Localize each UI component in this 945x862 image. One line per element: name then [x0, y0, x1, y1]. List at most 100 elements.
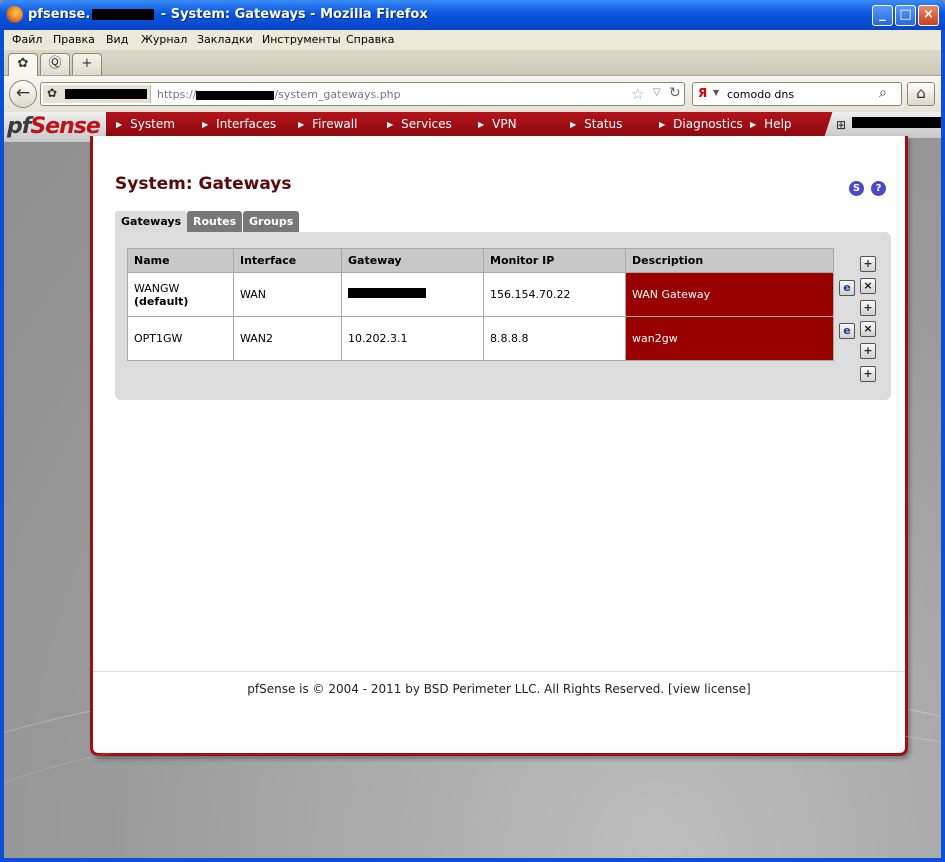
url-scheme: https://: [157, 88, 197, 101]
browser-client: Файл Правка Вид Журнал Закладки Инструме…: [4, 30, 941, 858]
reload-icon[interactable]: ↻: [669, 85, 681, 101]
cell-name: WANGW (default): [127, 272, 234, 317]
window-title-suffix: - System: Gateways - Mozilla Firefox: [156, 7, 428, 22]
delete-gateway-icon[interactable]: ×: [860, 278, 876, 294]
home-icon: ⌂: [916, 84, 926, 102]
caret-right-icon: ▶: [298, 120, 305, 129]
table-row[interactable]: OPT1GW WAN2 10.202.3.1 8.8.8.8 wan2gw: [127, 316, 834, 361]
nav-diagnostics-label: Diagnostics: [673, 117, 743, 131]
nav-interfaces[interactable]: ▶ Interfaces: [202, 117, 276, 131]
nav-status-label: Status: [584, 117, 623, 131]
url-path: /system_gateways.php: [274, 88, 401, 101]
nav-vpn[interactable]: ▶ VPN: [478, 117, 517, 131]
col-name: Name: [127, 248, 234, 273]
site-identity[interactable]: ✿: [43, 85, 151, 103]
nav-firewall[interactable]: ▶ Firewall: [298, 117, 357, 131]
logo-pf: pf: [7, 114, 31, 139]
search-bar[interactable]: Я ▼ comodo dns ⌕: [692, 82, 902, 106]
title-redaction: [92, 9, 155, 20]
maximize-button[interactable]: □: [895, 5, 916, 26]
back-button[interactable]: ←: [9, 80, 37, 108]
edit-gateway-icon[interactable]: e: [839, 323, 855, 339]
nav-diagnostics[interactable]: ▶ Diagnostics: [659, 117, 743, 131]
add-gateway-icon[interactable]: +: [860, 343, 876, 359]
cell-monitor-ip: 8.8.8.8: [483, 316, 626, 361]
pfsense-favicon-icon: ✿: [47, 86, 58, 100]
gateway-redaction: [348, 288, 426, 298]
col-monitor-ip: Monitor IP: [483, 248, 626, 273]
add-gateway-icon[interactable]: +: [860, 300, 876, 316]
hostname-redaction: [852, 117, 941, 128]
menu-bar: Файл Правка Вид Журнал Закладки Инструме…: [4, 30, 941, 50]
menu-help[interactable]: Справка: [346, 33, 394, 46]
search-input[interactable]: comodo dns: [727, 88, 794, 101]
nav-services-label: Services: [401, 117, 452, 131]
tab-routes[interactable]: Routes: [187, 211, 243, 232]
nav-status[interactable]: ▶ Status: [570, 117, 622, 131]
add-gateway-bottom-icon[interactable]: +: [860, 366, 876, 382]
tab-second[interactable]: Ⓠ: [40, 53, 70, 75]
cell-interface: WAN: [233, 272, 342, 317]
nav-interfaces-label: Interfaces: [216, 117, 277, 131]
add-gateway-icon[interactable]: +: [860, 256, 876, 272]
nav-firewall-label: Firewall: [312, 117, 358, 131]
new-tab-button[interactable]: +: [72, 53, 102, 75]
firefox-logo-icon: [6, 6, 23, 23]
window-title: pfsense. - System: Gateways - Mozilla Fi…: [28, 7, 428, 22]
magnifier-icon[interactable]: ⌕: [879, 85, 887, 101]
site-redaction: [65, 89, 147, 99]
cell-description: WAN Gateway: [625, 272, 834, 317]
browser-window: pfsense. - System: Gateways - Mozilla Fi…: [0, 0, 945, 862]
nav-system[interactable]: ▶ System: [116, 117, 175, 131]
content-panel: System: Gateways S ? Gateways Routes Gro…: [90, 136, 908, 756]
gateways-table: Name Interface Gateway Monitor IP Descri…: [127, 248, 834, 361]
arrow-left-icon: ←: [15, 83, 31, 103]
footer-text: pfSense is © 2004 - 2011 by BSD Perimete…: [247, 682, 751, 696]
table-header-row: Name Interface Gateway Monitor IP Descri…: [127, 248, 834, 273]
nav-services[interactable]: ▶ Services: [387, 117, 452, 131]
cell-interface: WAN2: [233, 316, 342, 361]
col-description: Description: [625, 248, 834, 273]
network-icon: ⊞: [836, 118, 847, 132]
cell-gateway: 10.202.3.1: [341, 316, 484, 361]
delete-gateway-icon[interactable]: ×: [860, 321, 876, 337]
nav-help-label: Help: [764, 117, 792, 131]
help-icon[interactable]: ?: [871, 181, 886, 196]
nav-help[interactable]: ▶ Help: [750, 117, 792, 131]
nav-vpn-label: VPN: [492, 117, 517, 131]
url-bar[interactable]: ✿ https:// /system_gateways.php ☆ ▽ ↻: [40, 82, 685, 106]
menu-bookmarks[interactable]: Закладки: [197, 33, 253, 46]
url-text: https:// /system_gateways.php: [157, 88, 401, 101]
tab-pfsense[interactable]: ✿: [8, 53, 38, 76]
menu-tools[interactable]: Инструменты: [262, 33, 341, 46]
table-row[interactable]: WANGW (default) WAN 156.154.70.22 WAN Ga…: [127, 272, 834, 317]
dropdown-arrow-icon[interactable]: ▽: [653, 87, 661, 98]
bookmark-star-icon[interactable]: ☆: [631, 85, 644, 103]
menu-view[interactable]: Вид: [106, 33, 128, 46]
menu-edit[interactable]: Правка: [53, 33, 95, 46]
navigation-bar: ← ✿ https:// /system_gateways.php ☆ ▽ ↻ Я…: [4, 76, 941, 112]
footer-divider: [93, 671, 905, 672]
yandex-icon[interactable]: Я: [698, 86, 707, 100]
cell-gateway: [341, 272, 484, 317]
caret-right-icon: ▶: [202, 120, 209, 129]
caret-right-icon: ▶: [478, 120, 485, 129]
gateways-panel: Name Interface Gateway Monitor IP Descri…: [115, 232, 891, 400]
nav-system-label: System: [130, 117, 175, 131]
caret-right-icon: ▶: [570, 120, 577, 129]
pfsense-header: ▶ System ▶ Interfaces ▶ Firewall ▶ Services …: [4, 112, 941, 138]
title-bar: pfsense. - System: Gateways - Mozilla Fi…: [0, 0, 945, 30]
close-button[interactable]: ×: [918, 5, 939, 26]
minimize-button[interactable]: _: [872, 5, 893, 26]
caret-right-icon: ▶: [750, 120, 757, 129]
cell-monitor-ip: 156.154.70.22: [483, 272, 626, 317]
tab-gateways[interactable]: Gateways: [115, 211, 188, 232]
engine-dropdown-icon[interactable]: ▼: [713, 88, 719, 97]
home-button[interactable]: ⌂: [907, 82, 935, 106]
menu-file[interactable]: Файл: [12, 33, 42, 46]
menu-history[interactable]: Журнал: [141, 33, 187, 46]
status-s-icon[interactable]: S: [849, 181, 864, 196]
plus-icon: +: [81, 56, 93, 71]
edit-gateway-icon[interactable]: e: [839, 280, 855, 296]
tab-groups[interactable]: Groups: [243, 211, 300, 232]
